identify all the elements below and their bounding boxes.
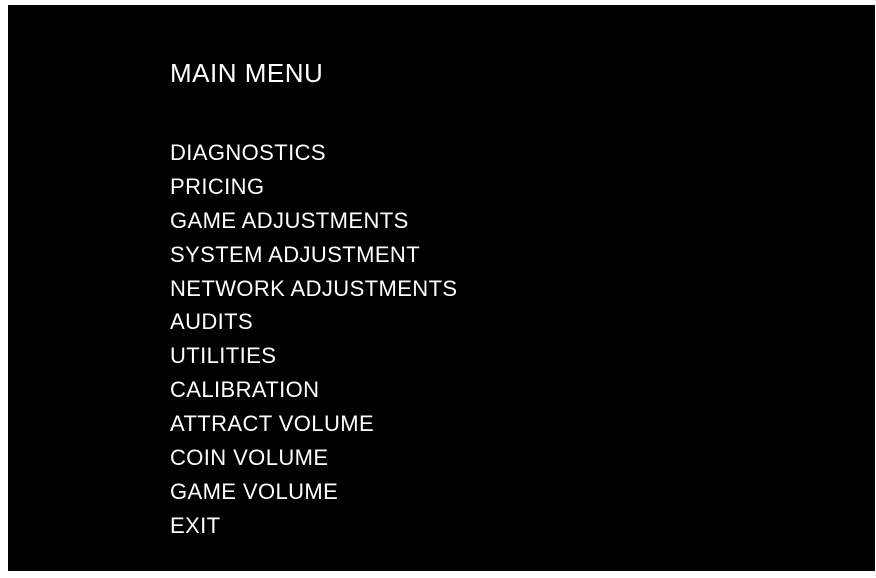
menu-item-diagnostics[interactable]: DIAGNOSTICS <box>170 136 458 170</box>
menu-item-exit[interactable]: EXIT <box>170 509 458 543</box>
menu-item-system-adjustment[interactable]: SYSTEM ADJUSTMENT <box>170 238 458 272</box>
menu-title: MAIN MENU <box>170 58 324 88</box>
menu-list: DIAGNOSTICS PRICING GAME ADJUSTMENTS SYS… <box>170 136 458 543</box>
menu-item-utilities[interactable]: UTILITIES <box>170 339 458 373</box>
menu-item-calibration[interactable]: CALIBRATION <box>170 373 458 407</box>
menu-item-game-volume[interactable]: GAME VOLUME <box>170 475 458 509</box>
menu-item-audits[interactable]: AUDITS <box>170 305 458 339</box>
menu-item-game-adjustments[interactable]: GAME ADJUSTMENTS <box>170 204 458 238</box>
menu-item-coin-volume[interactable]: COIN VOLUME <box>170 441 458 475</box>
operator-menu-screen: MAIN MENU DIAGNOSTICS PRICING GAME ADJUS… <box>8 5 875 571</box>
menu-item-attract-volume[interactable]: ATTRACT VOLUME <box>170 407 458 441</box>
menu-item-pricing[interactable]: PRICING <box>170 170 458 204</box>
menu-item-network-adjustments[interactable]: NETWORK ADJUSTMENTS <box>170 272 458 306</box>
